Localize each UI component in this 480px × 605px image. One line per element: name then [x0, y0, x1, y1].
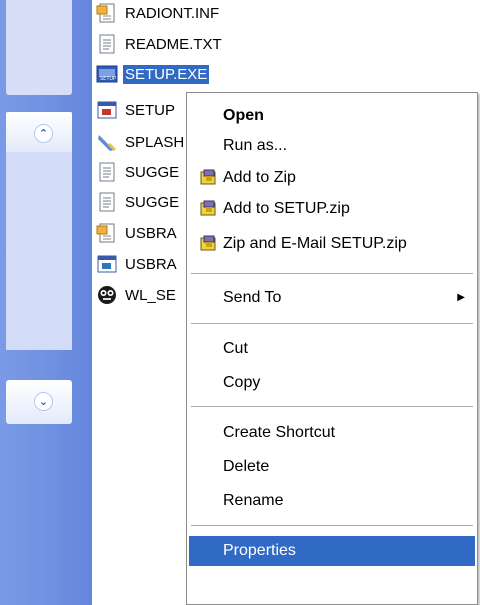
menu-item-rename[interactable]: Rename	[189, 486, 475, 516]
menu-item-label: Cut	[223, 340, 248, 357]
task-pane: ⌃ ⌄	[0, 0, 92, 605]
list-item[interactable]: RADIONT.INF	[96, 0, 221, 28]
menu-separator	[191, 525, 473, 526]
chevron-up-icon[interactable]: ⌃	[34, 124, 53, 143]
menu-item-label: Add to SETUP.zip	[223, 200, 350, 217]
app-window-icon	[96, 99, 118, 121]
list-item[interactable]: WL_SE	[96, 280, 178, 310]
menu-item-label: Copy	[223, 374, 261, 391]
list-item[interactable]: USBRA	[96, 249, 179, 279]
file-name: RADIONT.INF	[125, 4, 220, 22]
file-name: WL_SE	[125, 286, 176, 304]
menu-item-delete[interactable]: Delete	[189, 452, 475, 482]
app-window-icon	[96, 253, 118, 275]
menu-item-run-as[interactable]: Run as...	[189, 131, 475, 161]
wl-app-icon	[96, 284, 118, 306]
file-name: SUGGE	[125, 193, 180, 211]
file-name: SUGGE	[125, 163, 180, 181]
list-item[interactable]: SETUP	[96, 95, 177, 125]
file-name: USBRA	[125, 224, 177, 242]
file-name: SPLASH	[125, 133, 185, 151]
chevron-down-icon[interactable]: ⌄	[34, 392, 53, 411]
menu-separator	[191, 323, 473, 324]
explorer-window: ⌃ ⌄ RADIONT.INF README.TXT SETUP SETUP.E…	[0, 0, 480, 605]
list-item[interactable]: SUGGE	[96, 157, 181, 187]
menu-item-label: Zip and E-Mail SETUP.zip	[223, 235, 407, 252]
inf-file-icon	[96, 2, 118, 24]
list-item[interactable]: USBRA	[96, 218, 179, 248]
image-file-icon	[96, 131, 118, 153]
menu-item-label: Send To	[223, 289, 282, 306]
list-item[interactable]: SPLASH	[96, 127, 186, 157]
text-file-icon	[96, 33, 118, 55]
menu-item-label: Properties	[223, 542, 296, 559]
text-file-icon	[96, 161, 118, 183]
winzip-icon	[200, 200, 216, 216]
list-item[interactable]: README.TXT	[96, 29, 224, 59]
file-name: README.TXT	[125, 35, 222, 53]
menu-item-create-shortcut[interactable]: Create Shortcut	[189, 418, 475, 448]
menu-item-add-to-setup-zip[interactable]: Add to SETUP.zip	[189, 194, 475, 224]
menu-item-label: Add to Zip	[223, 169, 296, 186]
svg-text:SETUP: SETUP	[100, 76, 116, 82]
menu-item-cut[interactable]: Cut	[189, 334, 475, 364]
exe-file-icon: SETUP	[96, 63, 118, 85]
menu-item-label: Delete	[223, 458, 270, 475]
menu-separator	[191, 406, 473, 407]
menu-item-send-to[interactable]: Send To ▶	[189, 283, 475, 313]
context-menu: Open Run as... Add to Zip Add to SETUP.z…	[186, 92, 478, 605]
file-name: SETUP	[125, 101, 176, 119]
inf-file-icon	[96, 222, 118, 244]
menu-item-add-to-zip[interactable]: Add to Zip	[189, 163, 475, 193]
menu-item-label: Rename	[223, 492, 284, 509]
list-item[interactable]: SUGGE	[96, 187, 181, 217]
menu-item-label: Create Shortcut	[223, 424, 336, 441]
winzip-icon	[200, 235, 216, 251]
menu-item-zip-and-email[interactable]: Zip and E-Mail SETUP.zip	[189, 229, 475, 259]
menu-item-copy[interactable]: Copy	[189, 368, 475, 398]
list-item-selected[interactable]: SETUP SETUP.EXE	[96, 59, 210, 89]
file-name: USBRA	[125, 255, 177, 273]
task-pane-panel-top	[6, 0, 72, 95]
winzip-icon	[200, 169, 216, 185]
text-file-icon	[96, 191, 118, 213]
menu-item-open[interactable]: Open	[189, 101, 475, 131]
menu-item-label: Run as...	[223, 137, 288, 154]
menu-item-properties[interactable]: Properties	[189, 536, 475, 566]
submenu-arrow-icon: ▶	[457, 292, 465, 303]
menu-item-label: Open	[223, 107, 264, 124]
menu-separator	[191, 273, 473, 274]
file-name: SETUP.EXE	[123, 64, 210, 84]
